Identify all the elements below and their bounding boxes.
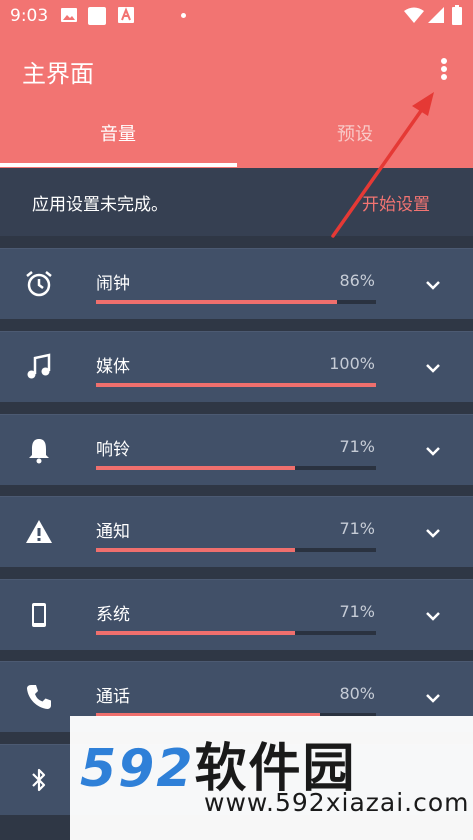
volume-slider[interactable] — [96, 466, 376, 470]
phone-call-icon — [27, 685, 51, 709]
chevron-down-icon[interactable] — [422, 687, 444, 709]
volume-slider[interactable] — [96, 300, 376, 304]
watermark-url: www.592xiazai.com — [204, 788, 470, 817]
volume-label: 通知 — [96, 522, 130, 542]
chevron-down-icon[interactable] — [422, 274, 444, 296]
volume-percent: 71% — [339, 602, 375, 621]
watermark: 592软件园 www.592xiazai.com — [70, 716, 473, 840]
tab-preset[interactable]: 预设 — [237, 120, 473, 162]
alarm-icon — [26, 271, 52, 297]
volume-slider-fill — [96, 383, 376, 387]
tab-volume[interactable]: 音量 — [0, 120, 236, 162]
volume-slider[interactable] — [96, 383, 376, 387]
image-icon — [61, 8, 77, 22]
battery-icon — [452, 5, 462, 25]
bell-icon — [29, 439, 49, 464]
volume-card-ring: 响铃 71% — [0, 414, 473, 485]
volume-slider-fill — [96, 548, 295, 552]
volume-slider-fill — [96, 631, 295, 635]
volume-card-notification: 通知 71% — [0, 496, 473, 567]
volume-card-alarm: 闹钟 86% — [0, 248, 473, 319]
music-note-icon — [27, 353, 51, 379]
square-icon — [88, 7, 106, 25]
status-time: 9:03 — [10, 6, 49, 26]
volume-slider-fill — [96, 300, 337, 304]
volume-label: 通话 — [96, 687, 130, 707]
volume-percent: 80% — [339, 684, 375, 703]
more-vert-icon — [441, 58, 447, 80]
volume-slider[interactable] — [96, 631, 376, 635]
warning-icon — [26, 520, 52, 543]
chevron-down-icon[interactable] — [422, 605, 444, 627]
volume-card-system: 系统 71% — [0, 579, 473, 650]
volume-percent: 100% — [329, 354, 375, 373]
volume-percent: 71% — [339, 437, 375, 456]
chevron-down-icon[interactable] — [422, 440, 444, 462]
setup-message: 应用设置未完成。 — [32, 195, 168, 215]
font-a-icon — [118, 7, 134, 23]
status-bar: 9:03 — [0, 0, 473, 30]
signal-icon — [428, 7, 444, 23]
chevron-down-icon[interactable] — [422, 357, 444, 379]
page-title: 主界面 — [22, 60, 94, 88]
volume-label: 系统 — [96, 605, 130, 625]
volume-slider[interactable] — [96, 548, 376, 552]
volume-slider-fill — [96, 466, 295, 470]
setup-banner: 应用设置未完成。 开始设置 — [0, 168, 473, 236]
chevron-down-icon[interactable] — [422, 522, 444, 544]
more-options-button[interactable] — [426, 52, 462, 88]
volume-label: 闹钟 — [96, 274, 130, 294]
volume-percent: 86% — [339, 271, 375, 290]
notification-dot — [181, 13, 186, 18]
volume-label: 响铃 — [96, 440, 130, 460]
bluetooth-icon — [32, 768, 46, 792]
volume-label: 媒体 — [96, 357, 130, 377]
tab-indicator — [0, 163, 237, 167]
watermark-number: 592 — [80, 739, 195, 799]
volume-percent: 71% — [339, 519, 375, 538]
phone-device-icon — [32, 603, 46, 627]
wifi-icon — [404, 7, 424, 23]
start-setup-button[interactable]: 开始设置 — [362, 190, 430, 215]
app-bar: 主界面 音量 预设 — [0, 30, 473, 168]
volume-card-media: 媒体 100% — [0, 331, 473, 402]
